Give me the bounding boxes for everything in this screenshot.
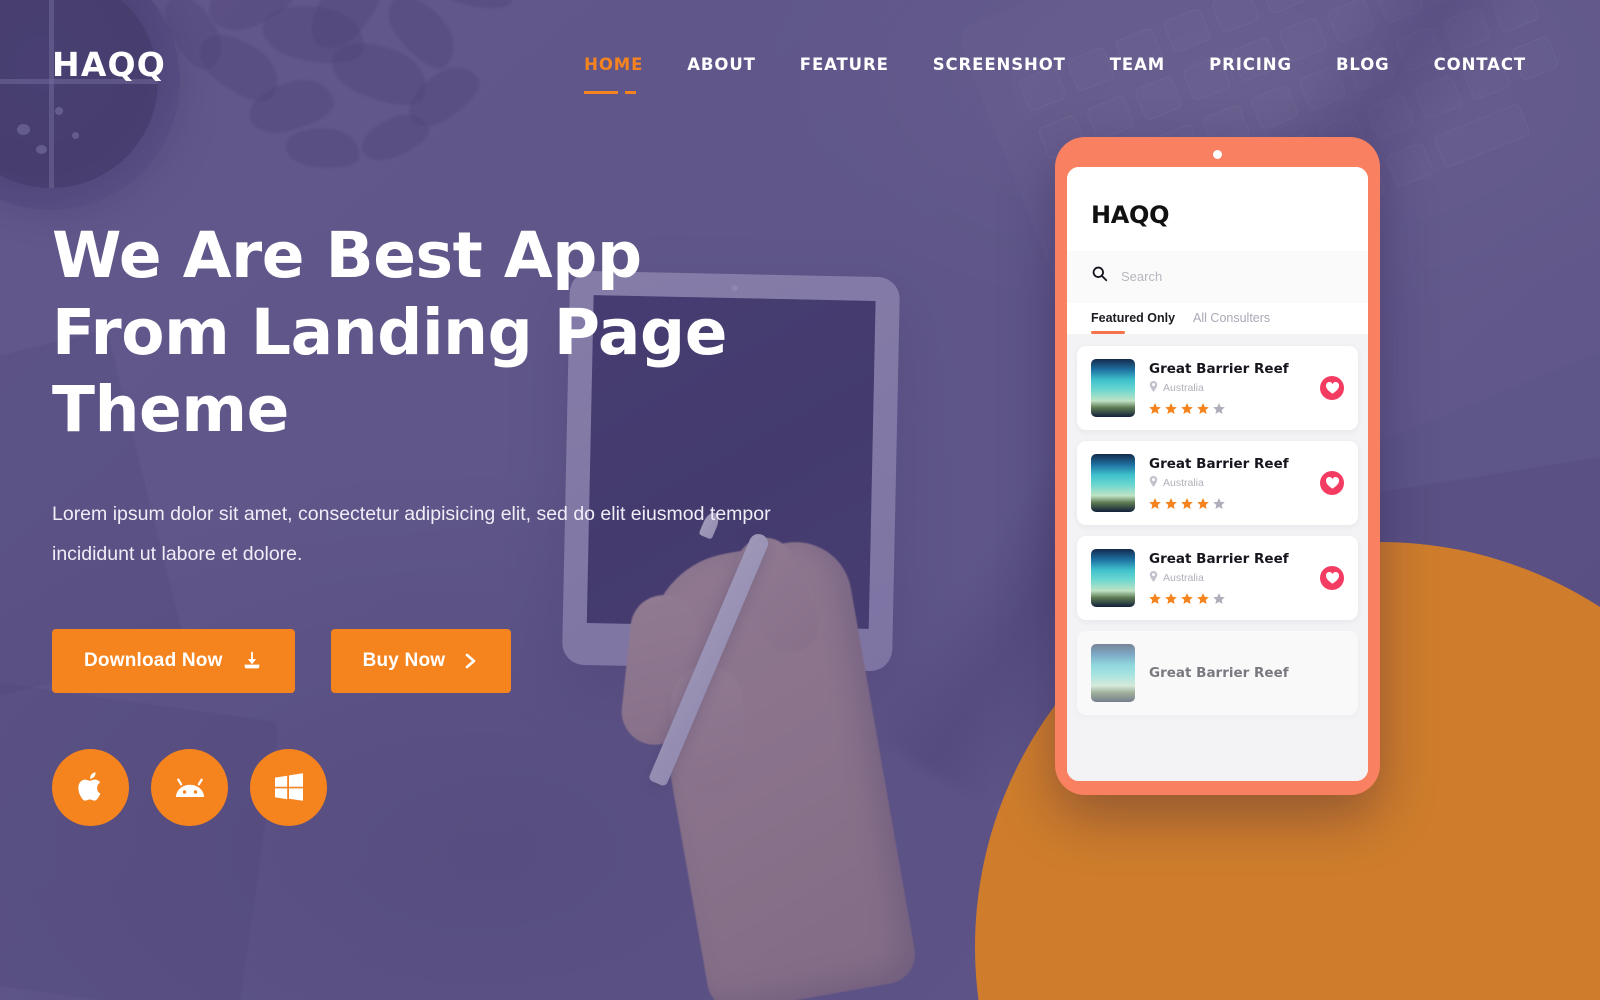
listing-rating-stars [1149,498,1306,510]
hero-actions: Download Now Buy Now [52,628,812,693]
nav-item-blog[interactable]: BLOG [1314,47,1412,82]
search-icon [1091,265,1108,287]
listing-rating-stars [1149,403,1306,415]
listing-body: Great Barrier Reef [1149,665,1344,681]
app-tabs: Featured Only All Consulters [1067,303,1368,334]
listing-title: Great Barrier Reef [1149,361,1289,377]
nav-item-contact[interactable]: CONTACT [1412,47,1548,82]
nav-item-label: HOME [584,54,644,74]
listing-rating-stars [1149,593,1306,605]
star-icon [1165,403,1177,415]
star-icon [1149,403,1161,415]
platform-icons [52,748,812,826]
listing-location: Australia [1149,476,1306,490]
listing-location-label: Australia [1163,477,1204,489]
star-icon [1165,498,1177,510]
listing-card[interactable]: Great Barrier Reef [1077,631,1358,715]
favorite-heart-button[interactable] [1320,376,1344,400]
download-icon [241,650,263,672]
listing-thumbnail [1091,454,1135,512]
android-icon[interactable] [151,748,228,826]
star-icon [1181,593,1193,605]
listing-location-label: Australia [1163,382,1204,394]
hero-title: We Are Best App From Landing Page Theme [52,219,728,446]
star-icon [1197,403,1209,415]
apple-icon[interactable] [52,748,129,826]
listing-location-label: Australia [1163,572,1204,584]
site-header: HAQQ HOME ABOUT FEATURE SCREENSHOT TEAM … [0,0,1600,128]
star-icon [1181,403,1193,415]
windows-icon[interactable] [250,748,327,826]
listing-thumbnail [1091,549,1135,607]
app-tab-label: Featured Only [1091,311,1176,325]
star-icon [1165,593,1177,605]
heart-icon [1325,572,1339,584]
star-icon [1181,498,1193,510]
location-pin-icon [1149,381,1158,395]
listing-thumbnail [1091,359,1135,417]
app-header: HAQQ [1067,167,1368,251]
nav-active-underline [584,90,637,94]
chevron-right-icon [463,651,479,671]
listing-title: Great Barrier Reef [1149,551,1289,567]
nav-item-feature[interactable]: FEATURE [778,47,911,82]
star-icon [1149,498,1161,510]
hero-subtitle: Lorem ipsum dolor sit amet, consectetur … [52,502,771,565]
heart-icon [1325,382,1339,394]
app-search-placeholder: Search [1121,268,1163,284]
star-icon-empty [1213,403,1225,415]
location-pin-icon [1149,476,1158,490]
star-icon-empty [1213,593,1225,605]
listing-card[interactable]: Great Barrier Reef Australia [1077,536,1358,620]
listing-body: Great Barrier Reef Australia [1149,361,1306,415]
star-icon [1197,498,1209,510]
listing-location: Australia [1149,571,1306,585]
listing-location: Australia [1149,381,1306,395]
buy-now-button[interactable]: Buy Now [330,628,512,693]
heart-icon [1325,477,1339,489]
brand-logo[interactable]: HAQQ [52,45,166,84]
nav-item-about[interactable]: ABOUT [665,47,778,82]
phone-camera-icon [1213,150,1222,159]
star-icon [1149,593,1161,605]
listing-card[interactable]: Great Barrier Reef Australia [1077,346,1358,430]
star-icon-empty [1213,498,1225,510]
app-tab-all-consulters[interactable]: All Consulters [1193,311,1270,334]
hero-section: We Are Best App From Landing Page Theme … [52,218,812,826]
buy-now-label: Buy Now [362,649,446,671]
listing-thumbnail [1091,644,1135,702]
app-search-bar[interactable]: Search [1067,251,1368,303]
listing-title: Great Barrier Reef [1149,456,1289,472]
download-now-button[interactable]: Download Now [52,628,295,693]
app-tab-active-underline [1091,331,1125,334]
listing-body: Great Barrier Reef Australia [1149,456,1306,510]
nav-item-pricing[interactable]: PRICING [1187,47,1314,82]
app-brand: HAQQ [1091,201,1170,229]
nav-item-team[interactable]: TEAM [1088,47,1187,82]
app-listing-list[interactable]: Great Barrier Reef Australia Great Barri… [1067,334,1368,781]
main-navigation: HOME ABOUT FEATURE SCREENSHOT TEAM PRICI… [562,47,1548,94]
phone-screen: HAQQ Search Featured Only All Consulters… [1067,167,1368,781]
listing-body: Great Barrier Reef Australia [1149,551,1306,605]
download-now-label: Download Now [84,649,223,671]
phone-mockup: HAQQ Search Featured Only All Consulters… [1055,137,1380,795]
nav-item-home[interactable]: HOME [562,47,665,94]
favorite-heart-button[interactable] [1320,566,1344,590]
listing-title: Great Barrier Reef [1149,665,1289,681]
listing-card[interactable]: Great Barrier Reef Australia [1077,441,1358,525]
star-icon [1197,593,1209,605]
location-pin-icon [1149,571,1158,585]
app-tab-featured-only[interactable]: Featured Only [1091,311,1175,334]
nav-item-screenshot[interactable]: SCREENSHOT [911,47,1088,82]
favorite-heart-button[interactable] [1320,471,1344,495]
